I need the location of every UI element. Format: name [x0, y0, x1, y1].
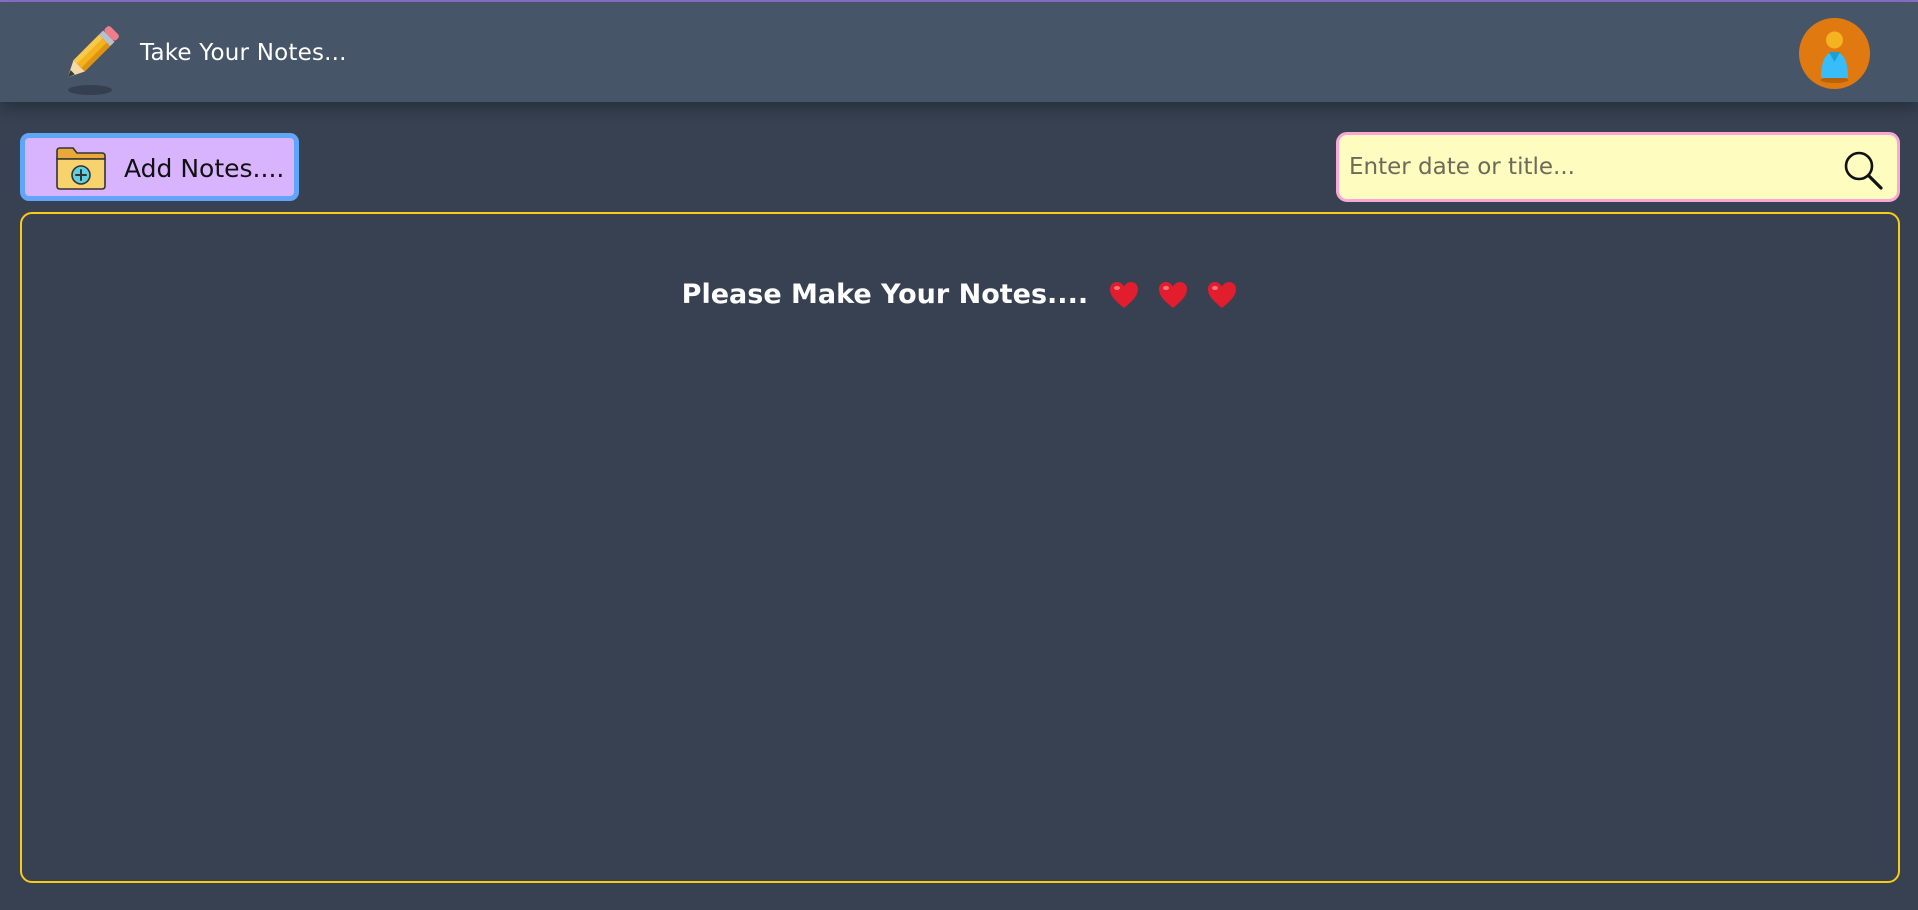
- empty-notes-message: Please Make Your Notes....: [22, 278, 1902, 310]
- heart-icon: [1157, 280, 1189, 310]
- search-input[interactable]: [1349, 149, 1829, 185]
- heart-icons: [1104, 279, 1243, 311]
- navbar: Take Your Notes...: [0, 2, 1918, 102]
- heart-icon: [1108, 280, 1140, 310]
- user-avatar-icon[interactable]: [1799, 18, 1870, 89]
- app-title: Take Your Notes...: [140, 40, 347, 66]
- pencil-icon: [58, 24, 120, 96]
- folder-add-icon: [55, 145, 107, 191]
- empty-notes-text: Please Make Your Notes....: [681, 279, 1089, 310]
- notes-panel: Please Make Your Notes....: [20, 212, 1900, 883]
- add-notes-button[interactable]: Add Notes....: [20, 133, 299, 201]
- search-box: [1336, 132, 1900, 202]
- add-notes-label: Add Notes....: [124, 154, 285, 183]
- search-icon[interactable]: [1842, 149, 1884, 191]
- heart-icon: [1206, 280, 1238, 310]
